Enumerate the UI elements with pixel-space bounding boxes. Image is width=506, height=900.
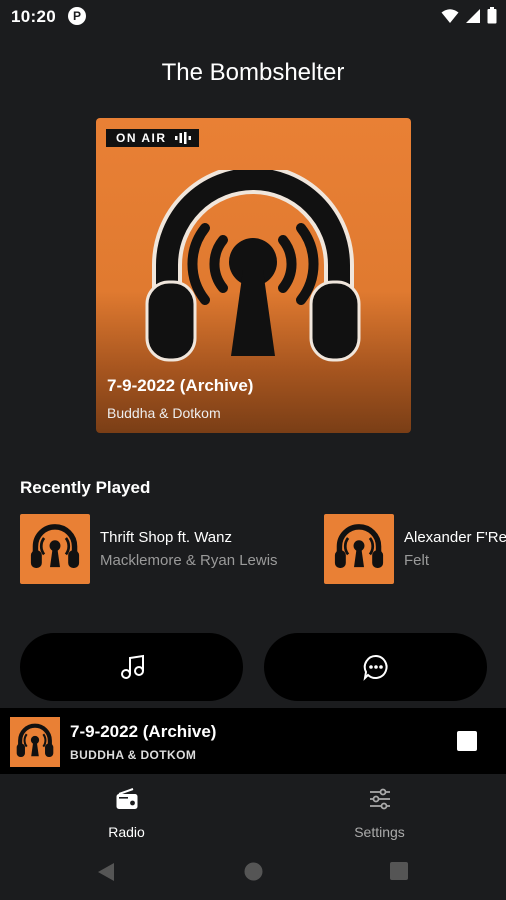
- status-bar: 10:20 P: [0, 0, 506, 32]
- stop-button[interactable]: [457, 731, 477, 751]
- recent-song-title: Alexander F'Re: [404, 529, 506, 546]
- nav-settings-label: Settings: [354, 824, 405, 840]
- mini-player[interactable]: 7-9-2022 (Archive) BUDDHA & DOTKOM: [0, 708, 506, 774]
- live-audio-icon: [174, 132, 191, 144]
- chat-button[interactable]: [264, 633, 487, 701]
- song-request-button[interactable]: [20, 633, 243, 701]
- recently-played-heading: Recently Played: [20, 478, 151, 497]
- notification-app-icon: P: [68, 7, 86, 25]
- mini-player-artist: BUDDHA & DOTKOM: [70, 748, 197, 762]
- signal-icon: [466, 8, 480, 23]
- nav-radio-label: Radio: [108, 824, 145, 840]
- on-air-badge: ON AIR: [106, 129, 199, 147]
- recents-icon[interactable]: [390, 862, 408, 880]
- music-note-icon: [120, 654, 144, 679]
- now-playing-title: 7-9-2022 (Archive): [107, 376, 254, 395]
- now-playing-artwork[interactable]: ON AIR 7-9-2022 (Archive) Buddha & Dotko…: [96, 118, 411, 433]
- recent-item[interactable]: Alexander F'Re Felt: [324, 514, 506, 584]
- track-thumbnail: [324, 514, 394, 584]
- battery-icon: [487, 7, 497, 24]
- radio-icon: [116, 788, 137, 809]
- bottom-navigation: Radio Settings: [0, 774, 506, 844]
- nav-radio[interactable]: Radio: [0, 774, 253, 844]
- wifi-icon: [441, 8, 459, 23]
- chat-icon: [363, 654, 388, 681]
- station-title: The Bombshelter: [161, 59, 345, 86]
- home-icon[interactable]: [244, 862, 263, 881]
- recent-song-artist: Felt: [404, 552, 430, 569]
- recent-song-title: Thrift Shop ft. Wanz: [100, 529, 232, 546]
- mini-player-thumbnail: [10, 717, 60, 767]
- track-thumbnail: [20, 514, 90, 584]
- headphones-antenna-logo-icon: [334, 524, 384, 569]
- system-navigation-bar: [0, 844, 506, 900]
- recent-item[interactable]: Thrift Shop ft. Wanz Macklemore & Ryan L…: [20, 514, 278, 584]
- sliders-icon: [369, 788, 390, 810]
- recent-song-artist: Macklemore & Ryan Lewis: [100, 552, 278, 569]
- nav-settings[interactable]: Settings: [253, 774, 506, 844]
- mini-player-title: 7-9-2022 (Archive): [70, 722, 217, 741]
- back-icon[interactable]: [97, 862, 115, 882]
- headphones-antenna-logo-icon: [145, 170, 361, 362]
- status-icons: [441, 7, 497, 24]
- status-time: 10:20: [11, 7, 56, 26]
- headphones-antenna-logo-icon: [16, 723, 54, 757]
- on-air-label: ON AIR: [116, 131, 167, 145]
- now-playing-artist: Buddha & Dotkom: [107, 405, 221, 421]
- headphones-antenna-logo-icon: [30, 524, 80, 569]
